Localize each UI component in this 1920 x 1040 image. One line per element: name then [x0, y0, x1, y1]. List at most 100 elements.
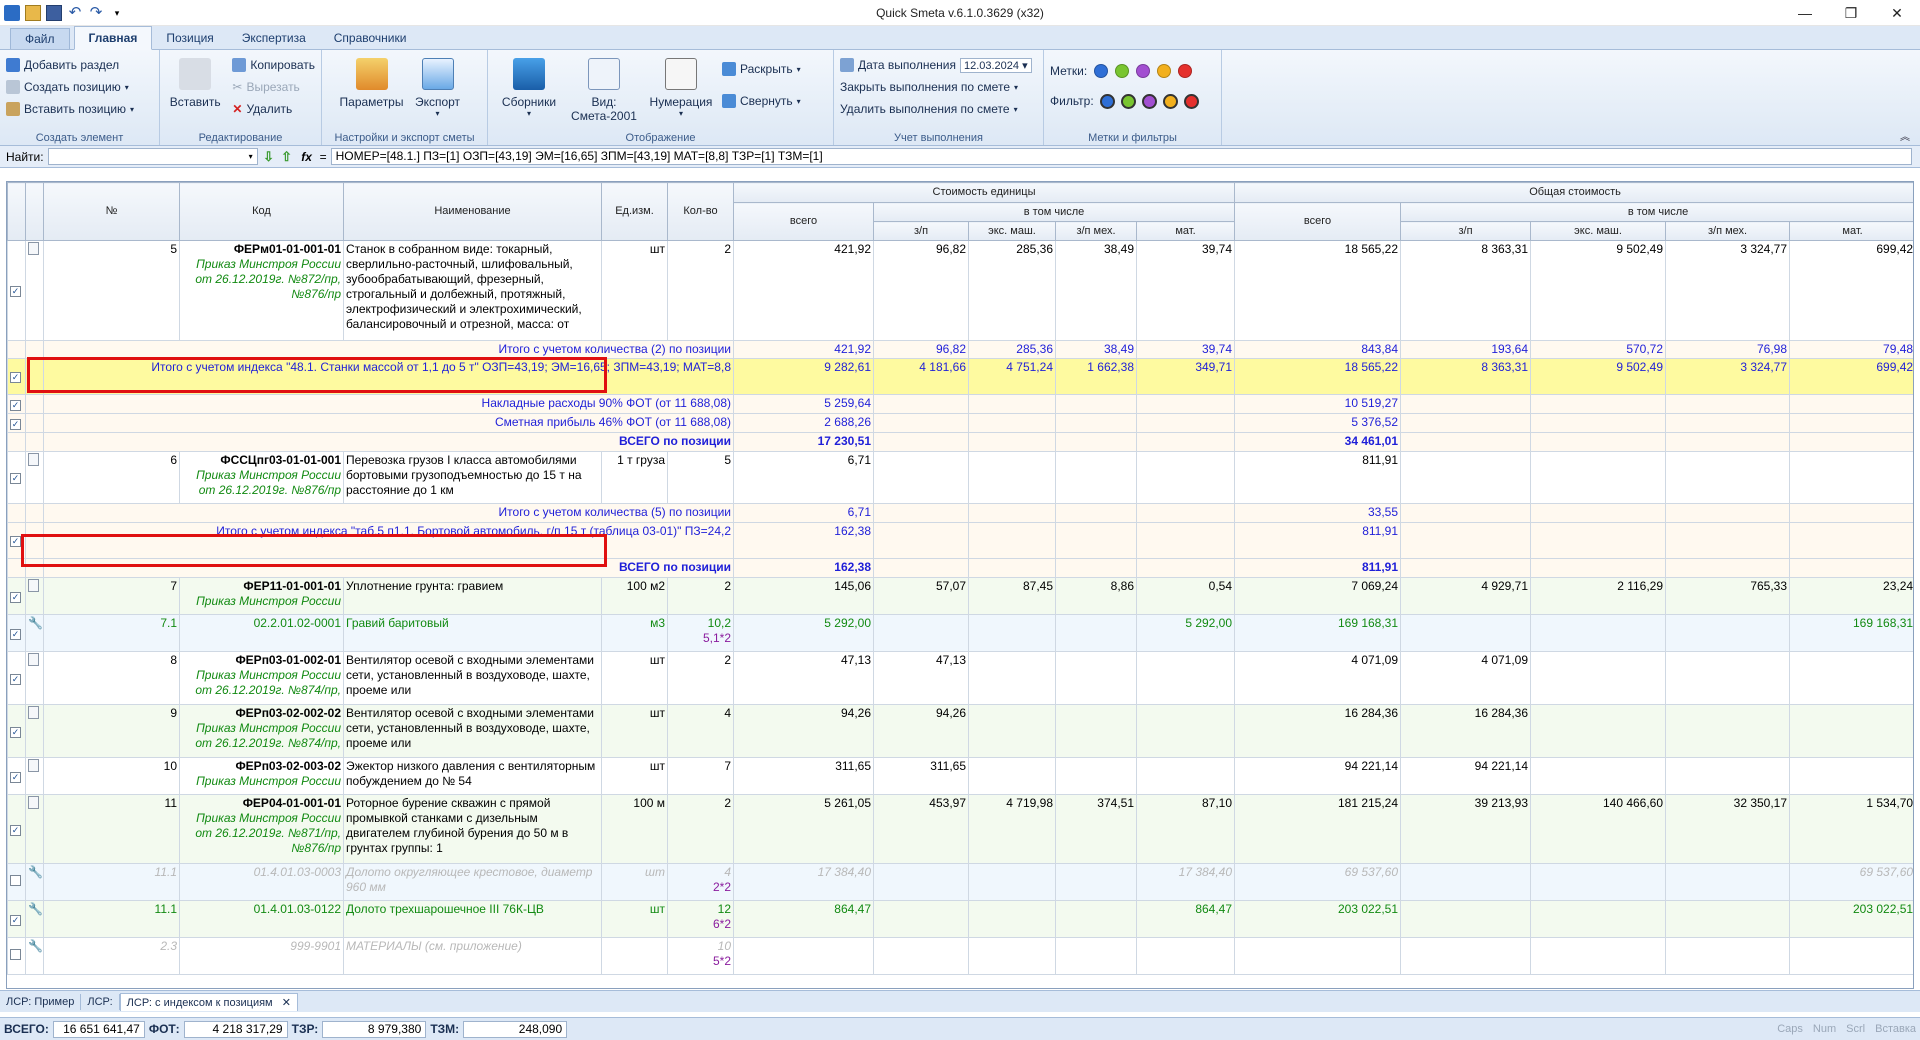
close-accounting-button[interactable]: Закрыть выполнения по смете ▾	[840, 76, 1037, 98]
mark-green-icon[interactable]	[1115, 64, 1130, 78]
table-row[interactable]: ВСЕГО по позиции 162,38 811,91	[7, 558, 1913, 578]
header-unit-zpm[interactable]: з/п мех.	[1055, 221, 1137, 241]
filter-yellow-icon[interactable]	[1162, 93, 1178, 109]
position-code[interactable]: ФЕРп03-01-002-01 Приказ Минстроя России о…	[179, 651, 344, 705]
doc-tab-example[interactable]: ЛСР: Пример	[0, 993, 82, 1010]
row-check-cell[interactable]	[7, 558, 26, 578]
table-row[interactable]: ✓ 11 ФЕР04-01-001-01 Приказ Минстроя России…	[7, 794, 1913, 864]
row-check-cell[interactable]: ✓	[7, 900, 26, 938]
position-qty[interactable]: 2	[667, 577, 734, 615]
table-row[interactable]: 🔧 2.3 999-9901 МАТЕРИАЛЫ (см. приложение) 10…	[7, 937, 1913, 975]
find-input[interactable]: ▾	[47, 148, 258, 165]
position-qty[interactable]: 4	[667, 704, 734, 758]
row-checkbox[interactable]: ✓	[10, 372, 21, 383]
table-row[interactable]: ✓ 5 ФЕРм01-01-001-01 Приказ Минстроя России…	[7, 240, 1913, 341]
position-qty[interactable]: 10 5*2	[667, 937, 734, 975]
row-check-cell[interactable]: ✓	[7, 577, 26, 615]
position-name[interactable]: Вентилятор осевой с входными элементами …	[343, 704, 602, 758]
row-checkbox[interactable]: ✓	[10, 591, 21, 603]
collapse-button[interactable]: Свернуть ▾	[722, 90, 801, 112]
header-name[interactable]: Наименование	[343, 182, 602, 241]
table-row[interactable]: 🔧 11.1 01.4.01.03-0003 Долото округляющее к…	[7, 863, 1913, 901]
table-row[interactable]: Итого с учетом количества (5) по позиции…	[7, 503, 1913, 523]
row-check-cell[interactable]	[7, 937, 26, 975]
undo-icon[interactable]: ↶	[67, 4, 83, 21]
row-check-cell[interactable]	[7, 432, 26, 452]
row-checkbox[interactable]: ✓	[10, 628, 21, 640]
position-code[interactable]: ФССЦпг03-01-01-001 Приказ Минстроя России…	[179, 451, 344, 504]
position-name[interactable]: Станок в собранном виде: токарный, сверл…	[343, 240, 602, 341]
row-checkbox[interactable]: ✓	[10, 914, 21, 926]
row-checkbox[interactable]: ✓	[10, 824, 21, 836]
tab-file[interactable]: Файл	[10, 28, 70, 49]
header-unit[interactable]: Ед.изм.	[601, 182, 668, 241]
filter-blue-icon[interactable]	[1099, 93, 1115, 109]
table-row[interactable]: ✓ 7 ФЕР11-01-001-01 Приказ Минстроя России У…	[7, 577, 1913, 615]
position-name[interactable]: МАТЕРИАЛЫ (см. приложение)	[343, 937, 602, 975]
header-unit-zp[interactable]: з/п	[873, 221, 969, 241]
header-total-mat[interactable]: мат.	[1789, 221, 1913, 241]
copy-button[interactable]: Копировать	[232, 54, 315, 76]
header-total-zpm[interactable]: з/п мех.	[1665, 221, 1791, 241]
position-code[interactable]: 01.4.01.03-0122	[179, 900, 344, 938]
doc-tab-index[interactable]: ЛСР: с индексом к позициям ✕	[119, 992, 298, 1011]
save-icon[interactable]	[46, 4, 62, 21]
position-name[interactable]: Долото округляющее крестовое, диаметр 96…	[343, 863, 602, 901]
ribbon-collapse-icon[interactable]: ︽	[1900, 128, 1910, 143]
row-check-cell[interactable]: ✓	[7, 651, 26, 705]
position-qty[interactable]: 5	[667, 451, 734, 504]
row-check-cell[interactable]: ✓	[7, 413, 26, 433]
header-total-total[interactable]: всего	[1234, 202, 1402, 241]
position-qty[interactable]: 10,2 5,1*2	[667, 614, 734, 652]
position-name[interactable]: Роторное бурение скважин с прямой промыв…	[343, 794, 602, 864]
row-check-cell[interactable]	[7, 503, 26, 523]
delete-button[interactable]: ✕ Удалить	[232, 98, 315, 120]
row-checkbox[interactable]: ✓	[10, 673, 21, 685]
cut-button[interactable]: ✂ Вырезать	[232, 76, 315, 98]
row-checkbox[interactable]: ✓	[10, 771, 21, 783]
row-check-cell[interactable]: ✓	[7, 704, 26, 758]
header-unit-total[interactable]: всего	[733, 202, 874, 241]
mark-purple-icon[interactable]	[1136, 64, 1151, 78]
mark-yellow-icon[interactable]	[1157, 64, 1172, 78]
filter-green-icon[interactable]	[1120, 93, 1136, 109]
position-code[interactable]: ФЕРм01-01-001-01 Приказ Минстроя России о…	[179, 240, 344, 341]
position-code[interactable]: ФЕРп03-02-002-02 Приказ Минстроя России о…	[179, 704, 344, 758]
open-icon[interactable]	[25, 4, 41, 21]
row-checkbox[interactable]: ✓	[10, 399, 21, 411]
row-check-cell[interactable]: ✓	[7, 358, 26, 395]
table-row[interactable]: ✓ Итого с учетом индекса "48.1. Станки ма…	[7, 358, 1913, 395]
filter-red-icon[interactable]	[1183, 93, 1199, 109]
row-checkbox[interactable]: ✓	[10, 473, 21, 484]
table-row[interactable]: ✓ Итого с учетом индекса "таб.5 п1.1. Бор…	[7, 522, 1913, 559]
position-code[interactable]: 01.4.01.03-0003	[179, 863, 344, 901]
row-checkbox[interactable]: ✓	[10, 418, 21, 430]
close-icon[interactable]: ✕	[1874, 0, 1920, 26]
position-name[interactable]: Перевозка грузов I класса автомобилями б…	[343, 451, 602, 504]
position-qty[interactable]: 2	[667, 651, 734, 705]
tab-home[interactable]: Главная	[73, 26, 153, 50]
filter-purple-icon[interactable]	[1141, 93, 1157, 109]
position-qty[interactable]: 2	[667, 794, 734, 864]
row-check-cell[interactable]: ✓	[7, 394, 26, 414]
header-code[interactable]: Код	[179, 182, 344, 241]
position-name[interactable]: Вентилятор осевой с входными элементами …	[343, 651, 602, 705]
create-position-button[interactable]: Создать позицию ▾	[6, 76, 153, 98]
redo-icon[interactable]: ↷	[88, 4, 104, 21]
header-unit-em[interactable]: экс. маш.	[968, 221, 1056, 241]
position-code[interactable]: ФЕРп03-02-003-02 Приказ Минстроя России	[179, 757, 344, 795]
restore-icon[interactable]: ❐	[1828, 0, 1874, 26]
table-row[interactable]: ✓ 6 ФССЦпг03-01-01-001 Приказ Минстроя Росс…	[7, 451, 1913, 504]
position-code[interactable]: 02.2.01.02-0001	[179, 614, 344, 652]
row-check-cell[interactable]: ✓	[7, 614, 26, 652]
position-name[interactable]: Долото трехшарошечное III 76К-ЦВ	[343, 900, 602, 938]
row-checkbox[interactable]: ✓	[10, 536, 21, 547]
row-check-cell[interactable]: ✓	[7, 240, 26, 341]
row-check-cell[interactable]	[7, 340, 26, 359]
position-name[interactable]: Гравий баритовый	[343, 614, 602, 652]
row-check-cell[interactable]: ✓	[7, 522, 26, 559]
qat-dropdown-icon[interactable]: ▾	[109, 5, 125, 21]
position-code[interactable]: ФЕР11-01-001-01 Приказ Минстроя России	[179, 577, 344, 615]
mark-red-icon[interactable]	[1178, 64, 1193, 78]
row-check-cell[interactable]: ✓	[7, 757, 26, 795]
